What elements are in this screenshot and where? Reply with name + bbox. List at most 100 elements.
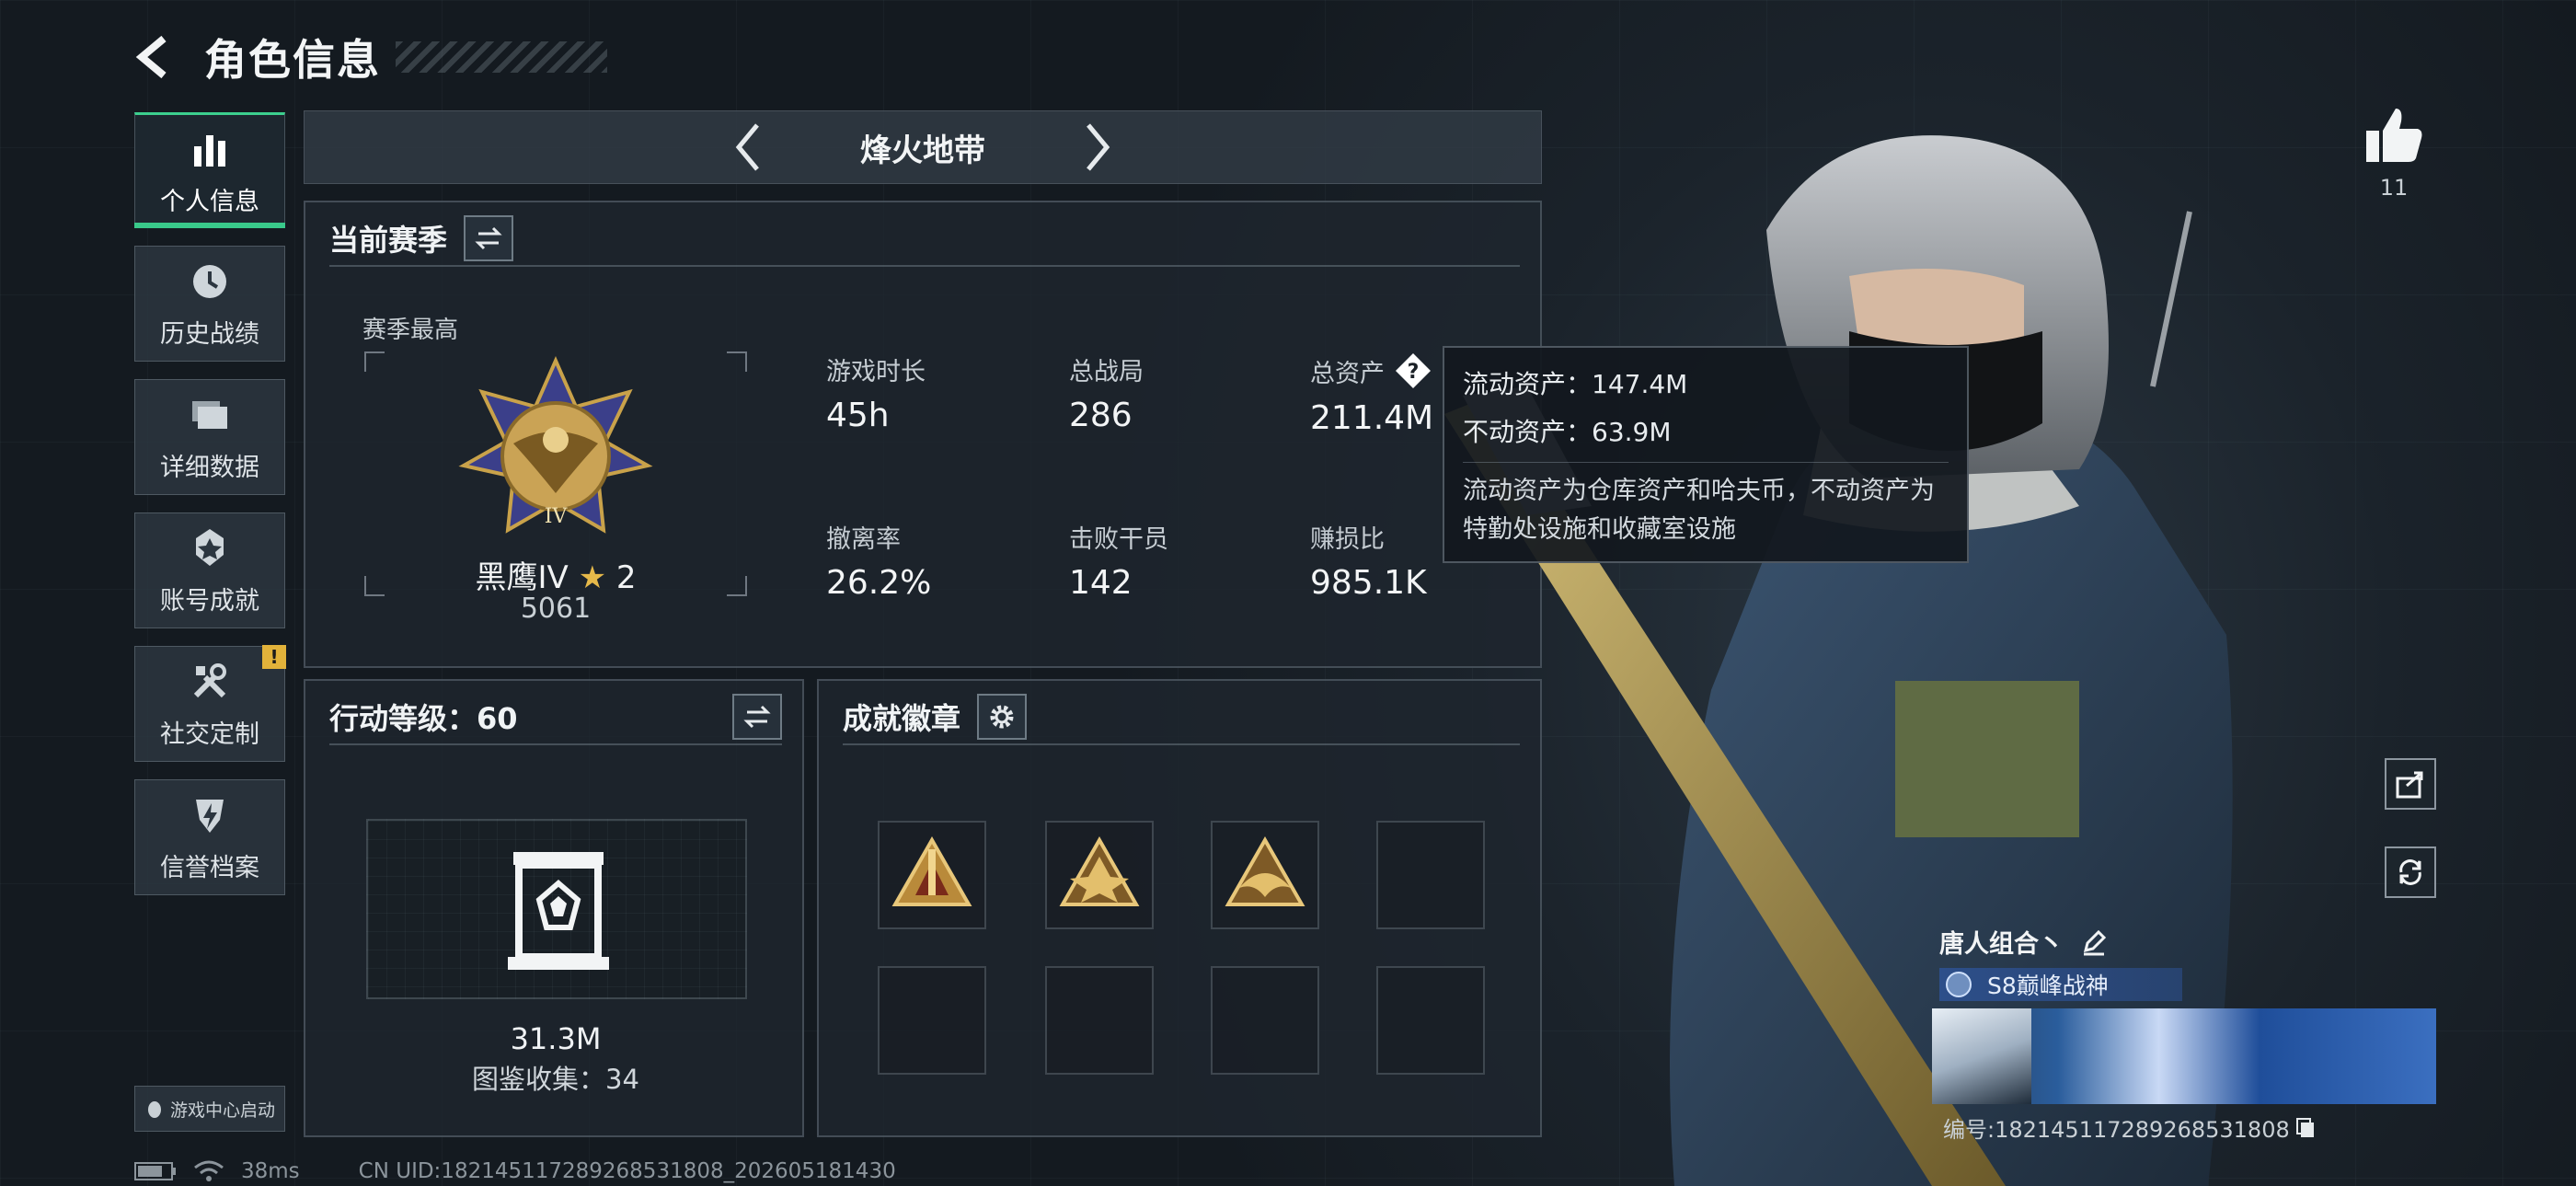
- portrait-image: [1932, 1008, 2031, 1104]
- stat-value: 211.4M: [1310, 399, 1434, 437]
- battery-icon: [134, 1162, 176, 1180]
- edit-pencil-icon[interactable]: [2080, 928, 2108, 956]
- season-title: 当前赛季: [329, 223, 448, 258]
- stat-value: 142: [1069, 564, 1133, 602]
- eagle-badge-icon: [1225, 835, 1305, 906]
- badge-slot-empty[interactable]: [1211, 966, 1319, 1075]
- stat-extract-rate: 撤离率 26.2%: [826, 519, 931, 602]
- team-name-text: 唐人组合丶: [1939, 930, 2064, 959]
- badge-slot-empty[interactable]: [1376, 821, 1485, 929]
- sidebar-item-label: 历史战绩: [160, 319, 259, 349]
- badge-slot-empty[interactable]: [1045, 966, 1154, 1075]
- shield-bolt-icon: [196, 799, 224, 833]
- stat-value: 45h: [826, 397, 890, 434]
- sidebar-item-reputation[interactable]: 信誉档案: [134, 779, 285, 895]
- emblem-icon: [1946, 972, 1972, 997]
- season-switch-button[interactable]: [464, 215, 514, 261]
- team-name: 唐人组合丶: [1939, 924, 2108, 960]
- game-center-label: 游戏中心启动: [169, 1100, 275, 1121]
- folder-icon: [192, 400, 227, 429]
- season-best-label: 赛季最高: [362, 317, 459, 344]
- thumbs-up-icon[interactable]: [2361, 103, 2427, 169]
- stat-label: 游戏时长: [826, 358, 926, 386]
- mode-prev-button[interactable]: [711, 110, 785, 184]
- rank-emblem-icon: IV: [458, 356, 653, 534]
- share-button[interactable]: [2385, 758, 2436, 810]
- level-switch-button[interactable]: [732, 694, 782, 740]
- profile-card-art[interactable]: [1932, 1008, 2436, 1104]
- stat-kills: 击败干员 142: [1069, 519, 1168, 602]
- sidebar: 个人信息 历史战绩 详细数据 账号成就 社交定制 ! 信誉档案: [134, 112, 286, 913]
- mode-label: 烽火地带: [860, 132, 985, 169]
- mode-selector: 烽火地带: [304, 110, 1542, 184]
- assets-tooltip: 流动资产：147.4M 不动资产：63.9M 流动资产为仓库资产和哈夫币，不动资…: [1443, 346, 1969, 563]
- game-center-launch-button[interactable]: 游戏中心启动: [134, 1086, 285, 1132]
- tooltip-fixed-assets: 不动资产：63.9M: [1463, 417, 1672, 447]
- badges-title: 成就徽章: [843, 701, 961, 736]
- sidebar-item-achievements[interactable]: 账号成就: [134, 512, 285, 628]
- rank-name: 黑鹰IV ★ 2: [364, 552, 747, 597]
- history-clock-icon: [193, 264, 226, 298]
- badges-settings-button[interactable]: [977, 694, 1028, 740]
- like-count: 11: [2379, 175, 2409, 201]
- sidebar-item-personal-info[interactable]: 个人信息: [134, 112, 285, 228]
- stat-label: 总战局: [1069, 358, 1144, 386]
- refresh-icon: [2399, 859, 2421, 885]
- gear-icon: [990, 705, 1014, 729]
- sidebar-item-label: 详细数据: [160, 453, 259, 482]
- tooltip-divider: [1463, 462, 1949, 463]
- page-title: 角色信息: [204, 35, 381, 85]
- stat-total-assets: 总资产 ? 211.4M: [1310, 351, 1433, 437]
- level-panel-header: 行动等级：60: [329, 694, 782, 745]
- collection-display[interactable]: [366, 819, 747, 999]
- refresh-button[interactable]: [2385, 846, 2436, 898]
- warning-badge: !: [262, 645, 286, 669]
- badge-slot[interactable]: [1045, 821, 1154, 929]
- sidebar-item-label: 信誉档案: [160, 853, 259, 882]
- badges-panel-header: 成就徽章: [843, 694, 1520, 745]
- badge-slot-empty[interactable]: [1376, 966, 1485, 1075]
- crest-badge-icon: [1059, 835, 1140, 906]
- tooltip-liquid-assets: 流动资产：147.4M: [1463, 369, 1688, 399]
- stat-value: 985.1K: [1310, 564, 1427, 602]
- ping-value: 38ms: [241, 1159, 300, 1183]
- sidebar-item-label: 账号成就: [160, 586, 259, 616]
- sidebar-item-social-custom[interactable]: 社交定制 !: [134, 645, 286, 762]
- stat-label: 总资产: [1310, 359, 1385, 388]
- sidebar-item-label: 个人信息: [160, 187, 259, 216]
- back-arrow-icon[interactable]: [129, 31, 180, 83]
- page-header: 角色信息: [129, 20, 607, 94]
- copy-icon[interactable]: [2295, 1117, 2317, 1139]
- star-icon: ★: [578, 559, 607, 596]
- sidebar-item-detailed-data[interactable]: 详细数据: [134, 379, 285, 495]
- stat-label: 撤离率: [826, 525, 901, 554]
- current-season-panel: 当前赛季 赛季最高 IV 黑鹰IV ★ 2 5061 游戏时长 45h 总战局 …: [304, 201, 1542, 668]
- stat-value: 286: [1069, 397, 1133, 434]
- rank-score: 5061: [520, 593, 592, 625]
- svg-text:IV: IV: [545, 505, 569, 528]
- wifi-icon: [194, 1160, 224, 1181]
- uid-text: CN UID:18214511728926853180​8_2026051814…: [358, 1159, 896, 1183]
- sidebar-item-history[interactable]: 历史战绩: [134, 246, 285, 362]
- chevron-right-icon: [1087, 123, 1110, 171]
- share-icon: [2396, 771, 2423, 799]
- serial-number: 编号:18214511728926853180​8: [1943, 1111, 2317, 1144]
- badge-slot[interactable]: [1211, 821, 1319, 929]
- status-bar: 38ms CN UID:18214511728926853180​8_20260…: [134, 1157, 896, 1185]
- title-badge-text: S8巅峰战神: [1987, 973, 2109, 999]
- achievement-badges-panel: 成就徽章: [817, 679, 1542, 1137]
- help-icon[interactable]: ?: [1394, 351, 1432, 390]
- badge-slot[interactable]: [878, 821, 986, 929]
- badge-slot-empty[interactable]: [878, 966, 986, 1075]
- tooltip-description: 流动资产为仓库资产和哈夫币，不动资产为特勤处设施和收藏室设施: [1463, 477, 1935, 544]
- stat-profit-ratio: 赚损比 985.1K: [1310, 519, 1427, 602]
- rank-stars: 2: [615, 559, 637, 596]
- serial-text: 编号:18214511728926853180​8: [1943, 1117, 2290, 1143]
- mode-next-button[interactable]: [1061, 110, 1134, 184]
- tools-icon: [193, 662, 226, 697]
- stat-play-time: 游戏时长 45h: [826, 351, 926, 434]
- penguin-icon: [147, 1101, 161, 1118]
- bar-chart-icon: [194, 134, 225, 167]
- chevron-left-icon: [735, 123, 759, 171]
- display-case-icon: [508, 852, 609, 970]
